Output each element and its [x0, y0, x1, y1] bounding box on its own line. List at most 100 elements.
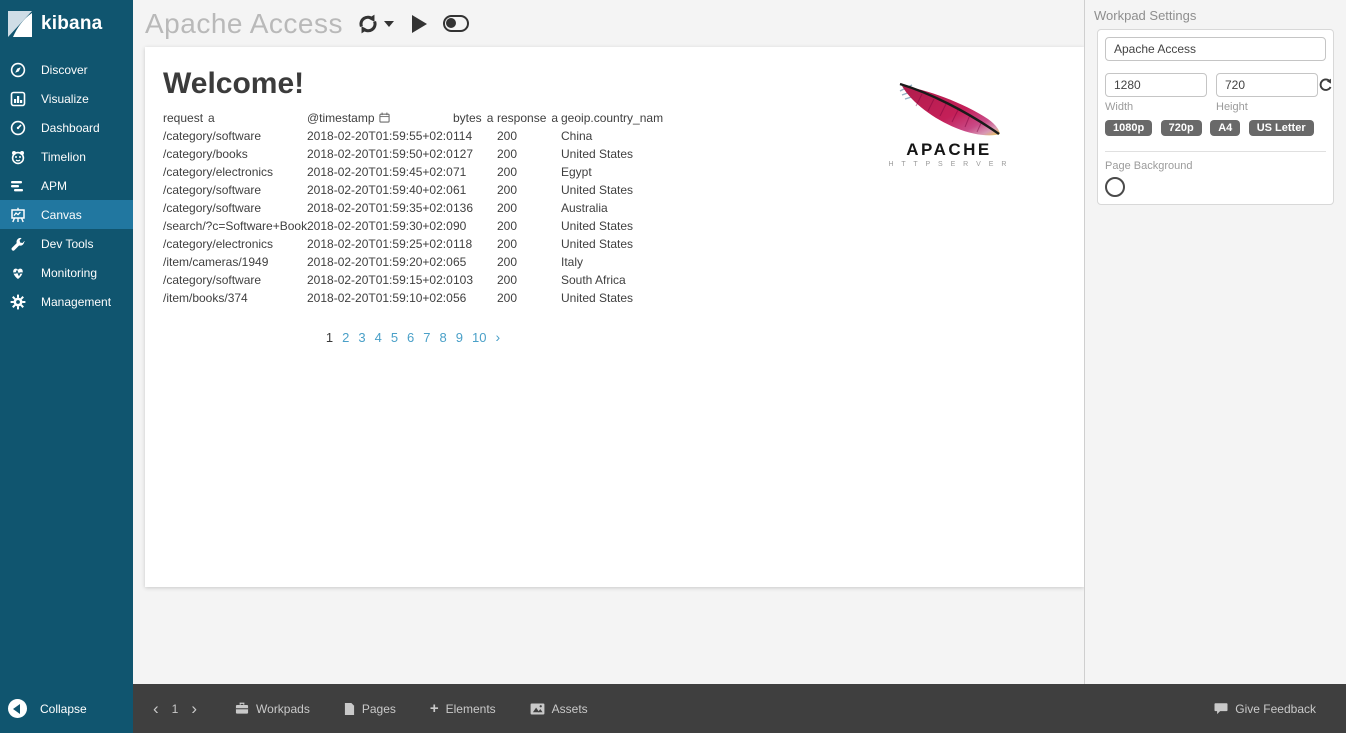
apache-logo: APACHE H T T P S E R V E R — [889, 82, 1010, 168]
column-header[interactable]: response a — [497, 109, 561, 127]
sidebar-item-management[interactable]: Management — [0, 287, 133, 316]
page-link[interactable]: 8 — [440, 330, 447, 345]
page-link[interactable]: 4 — [375, 330, 382, 345]
sidebar-item-monitoring[interactable]: Monitoring — [0, 258, 133, 287]
kibana-logo-text: kibana — [41, 12, 103, 34]
assets-button[interactable]: Assets — [530, 702, 588, 716]
preset-a4-button[interactable]: A4 — [1210, 120, 1241, 136]
column-header[interactable]: @timestamp — [307, 109, 453, 127]
apache-logo-title: APACHE — [906, 140, 992, 159]
collapse-button[interactable]: Collapse — [0, 684, 133, 733]
page-background-color-picker[interactable] — [1105, 177, 1125, 197]
sidebar-item-visualize[interactable]: Visualize — [0, 84, 133, 113]
next-page-link[interactable]: › — [495, 329, 500, 345]
page-link[interactable]: 2 — [342, 330, 349, 345]
play-icon[interactable] — [411, 14, 427, 33]
height-input[interactable] — [1216, 73, 1318, 97]
workpad-header: Apache Access — [145, 0, 469, 47]
size-row — [1105, 73, 1332, 97]
page-link[interactable]: 5 — [391, 330, 398, 345]
table-row: /category/electronics 2018-02-20T01:59:25… — [163, 237, 634, 251]
previous-page-button[interactable]: ‹ — [149, 700, 163, 717]
column-header[interactable]: bytes a — [453, 109, 497, 127]
apache-logo-subtitle: H T T P S E R V E R — [889, 161, 1010, 168]
settings-panel-title: Workpad Settings — [1094, 8, 1197, 23]
sidebar-item-canvas[interactable]: Canvas — [0, 200, 133, 229]
refresh-icon[interactable] — [357, 13, 379, 35]
page-number: 1 — [171, 701, 179, 716]
pages-button[interactable]: Pages — [344, 702, 396, 716]
next-page-button[interactable]: › — [187, 700, 201, 717]
sidebar-item-dashboard[interactable]: Dashboard — [0, 113, 133, 142]
preset-1080p-button[interactable]: 1080p — [1105, 120, 1153, 136]
data-table: request a @timestamp bytes a response a geoip.c… — [163, 109, 663, 307]
caret-down-icon[interactable] — [381, 20, 394, 27]
elements-button[interactable]: + Elements — [430, 701, 496, 716]
table-element[interactable]: request a @timestamp bytes a response a geoip.c… — [163, 109, 663, 345]
table-row: /item/cameras/1949 2018-02-20T01:59:20+02… — [163, 255, 584, 269]
canvas-icon — [9, 206, 26, 223]
kibana-logo-icon — [8, 10, 32, 37]
speech-bubble-icon — [1214, 703, 1228, 715]
page-link[interactable]: 6 — [407, 330, 414, 345]
visualize-icon — [9, 90, 26, 107]
kibana-app: kibana Discover Visualize Dashboard Time… — [0, 0, 1346, 733]
table-row: /category/software 2018-02-20T01:59:35+02… — [163, 201, 608, 215]
width-label: Width — [1105, 101, 1134, 113]
image-icon — [530, 702, 545, 715]
workpad-settings-panel: Workpad Settings Width Height 1080p 7 — [1084, 0, 1346, 684]
dashboard-icon — [9, 119, 26, 136]
sidebar-item-discover[interactable]: Discover — [0, 55, 133, 84]
column-header[interactable]: geoip.country_namea — [561, 109, 663, 127]
column-header[interactable]: request a — [163, 109, 307, 127]
page-link[interactable]: 10 — [472, 330, 486, 345]
sidebar-item-timelion[interactable]: Timelion — [0, 142, 133, 171]
canvas-page[interactable]: Welcome! request a @timestamp bytes a respons… — [145, 47, 1084, 587]
table-row: /search/?c=Software+Books 2018-02-20T01:5… — [163, 219, 634, 233]
wrench-icon — [9, 235, 26, 252]
settings-card: Width Height 1080p 720p A4 US Letter Pag… — [1097, 29, 1334, 205]
table-row: /item/books/374 2018-02-20T01:59:10+02:00… — [163, 291, 634, 305]
toggle-icon[interactable] — [442, 15, 469, 32]
table-header-row: request a @timestamp bytes a response a geoip.c… — [163, 109, 663, 127]
divider — [1105, 151, 1326, 152]
page-icon — [344, 702, 354, 715]
reset-size-icon[interactable] — [1318, 78, 1333, 93]
plus-icon: + — [429, 700, 439, 717]
collapse-icon — [8, 699, 27, 718]
apm-icon — [9, 177, 26, 194]
table-row: /category/electronics 2018-02-20T01:59:45… — [163, 165, 592, 179]
sidebar-item-apm[interactable]: APM — [0, 171, 133, 200]
table-row: /category/software 2018-02-20T01:59:55+02… — [163, 129, 593, 143]
table-row: /category/books 2018-02-20T01:59:50+02:00… — [163, 147, 634, 161]
sidebar-item-dev-tools[interactable]: Dev Tools — [0, 229, 133, 258]
workpad-title: Apache Access — [145, 7, 343, 39]
size-presets: 1080p 720p A4 US Letter — [1105, 118, 1326, 136]
width-input[interactable] — [1105, 73, 1207, 97]
calendar-icon — [378, 112, 390, 123]
briefcase-icon — [235, 702, 249, 714]
sidebar-nav: Discover Visualize Dashboard Timelion AP… — [0, 55, 133, 316]
page-link[interactable]: 9 — [456, 330, 463, 345]
bottom-toolbar: ‹ 1 › Workpads Pages + Elements Assets G… — [133, 684, 1346, 733]
page-link[interactable]: 1 — [326, 330, 333, 345]
discover-icon — [9, 61, 26, 78]
table-body: /category/software 2018-02-20T01:59:55+02… — [163, 127, 663, 307]
workspace: Apache Access Welcome! request a @timest… — [133, 0, 1084, 684]
page-link[interactable]: 7 — [423, 330, 430, 345]
preset-us-letter-button[interactable]: US Letter — [1248, 120, 1314, 136]
kibana-logo[interactable]: kibana — [0, 0, 133, 47]
table-row: /category/software 2018-02-20T01:59:15+02… — [163, 273, 626, 287]
gear-icon — [9, 293, 26, 310]
pagination: 1 2 3 4 5 6 7 8 9 10 › — [163, 329, 663, 345]
size-labels: Width Height — [1105, 101, 1326, 113]
workpad-name-input[interactable] — [1105, 37, 1326, 61]
workpads-button[interactable]: Workpads — [235, 702, 310, 716]
give-feedback-button[interactable]: Give Feedback — [1214, 702, 1316, 716]
height-label: Height — [1216, 101, 1248, 113]
timelion-icon — [9, 148, 26, 165]
page-link[interactable]: 3 — [358, 330, 365, 345]
sidebar: kibana Discover Visualize Dashboard Time… — [0, 0, 133, 733]
page-background-label: Page Background — [1105, 160, 1193, 172]
preset-720p-button[interactable]: 720p — [1160, 120, 1202, 136]
